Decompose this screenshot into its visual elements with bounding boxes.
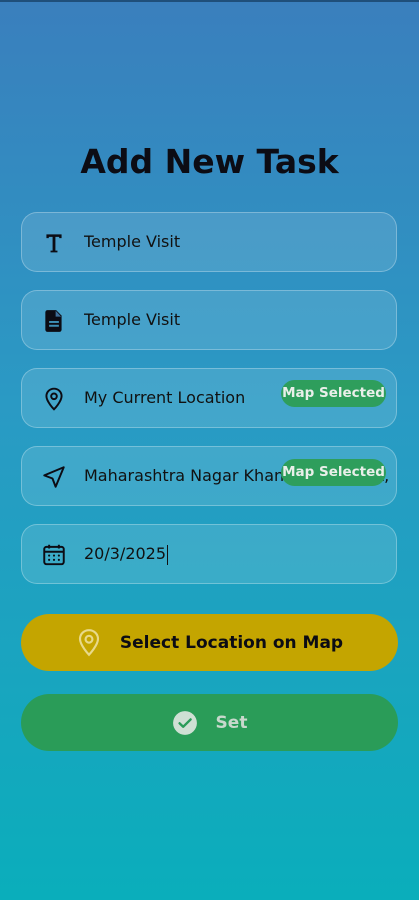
select-location-on-map-button[interactable]: Select Location on Map — [21, 614, 398, 671]
status-bar-edge — [0, 0, 419, 2]
page-title: Add New Task — [80, 142, 339, 181]
check-circle-icon — [172, 710, 197, 735]
task-description-field[interactable]: Temple Visit — [21, 290, 397, 350]
destination-field[interactable]: Maharashtra Nagar Khandoba Market, Kh Ma… — [21, 446, 397, 506]
location-pin-icon — [78, 628, 99, 656]
start-location-field[interactable]: My Current Location Map Selected — [21, 368, 397, 428]
location-pin-icon — [45, 387, 63, 411]
text-cursor — [167, 544, 169, 565]
document-icon — [45, 310, 62, 332]
navigation-arrow-icon — [43, 466, 65, 488]
set-label: Set — [215, 712, 248, 733]
date-value: 20/3/2025 — [84, 544, 167, 563]
title-text-icon — [46, 234, 62, 253]
map-selected-badge: Map Selected — [281, 459, 386, 486]
set-button[interactable]: Set — [21, 694, 398, 751]
task-title-input[interactable]: Temple Visit — [84, 213, 388, 271]
calendar-icon — [43, 544, 65, 566]
select-location-label: Select Location on Map — [119, 632, 344, 653]
task-description-input[interactable]: Temple Visit — [84, 291, 388, 349]
date-field[interactable]: 20/3/2025 — [21, 524, 397, 584]
task-title-field[interactable]: Temple Visit — [21, 212, 397, 272]
date-input[interactable]: 20/3/2025 — [84, 525, 388, 583]
map-selected-badge: Map Selected — [281, 380, 386, 407]
